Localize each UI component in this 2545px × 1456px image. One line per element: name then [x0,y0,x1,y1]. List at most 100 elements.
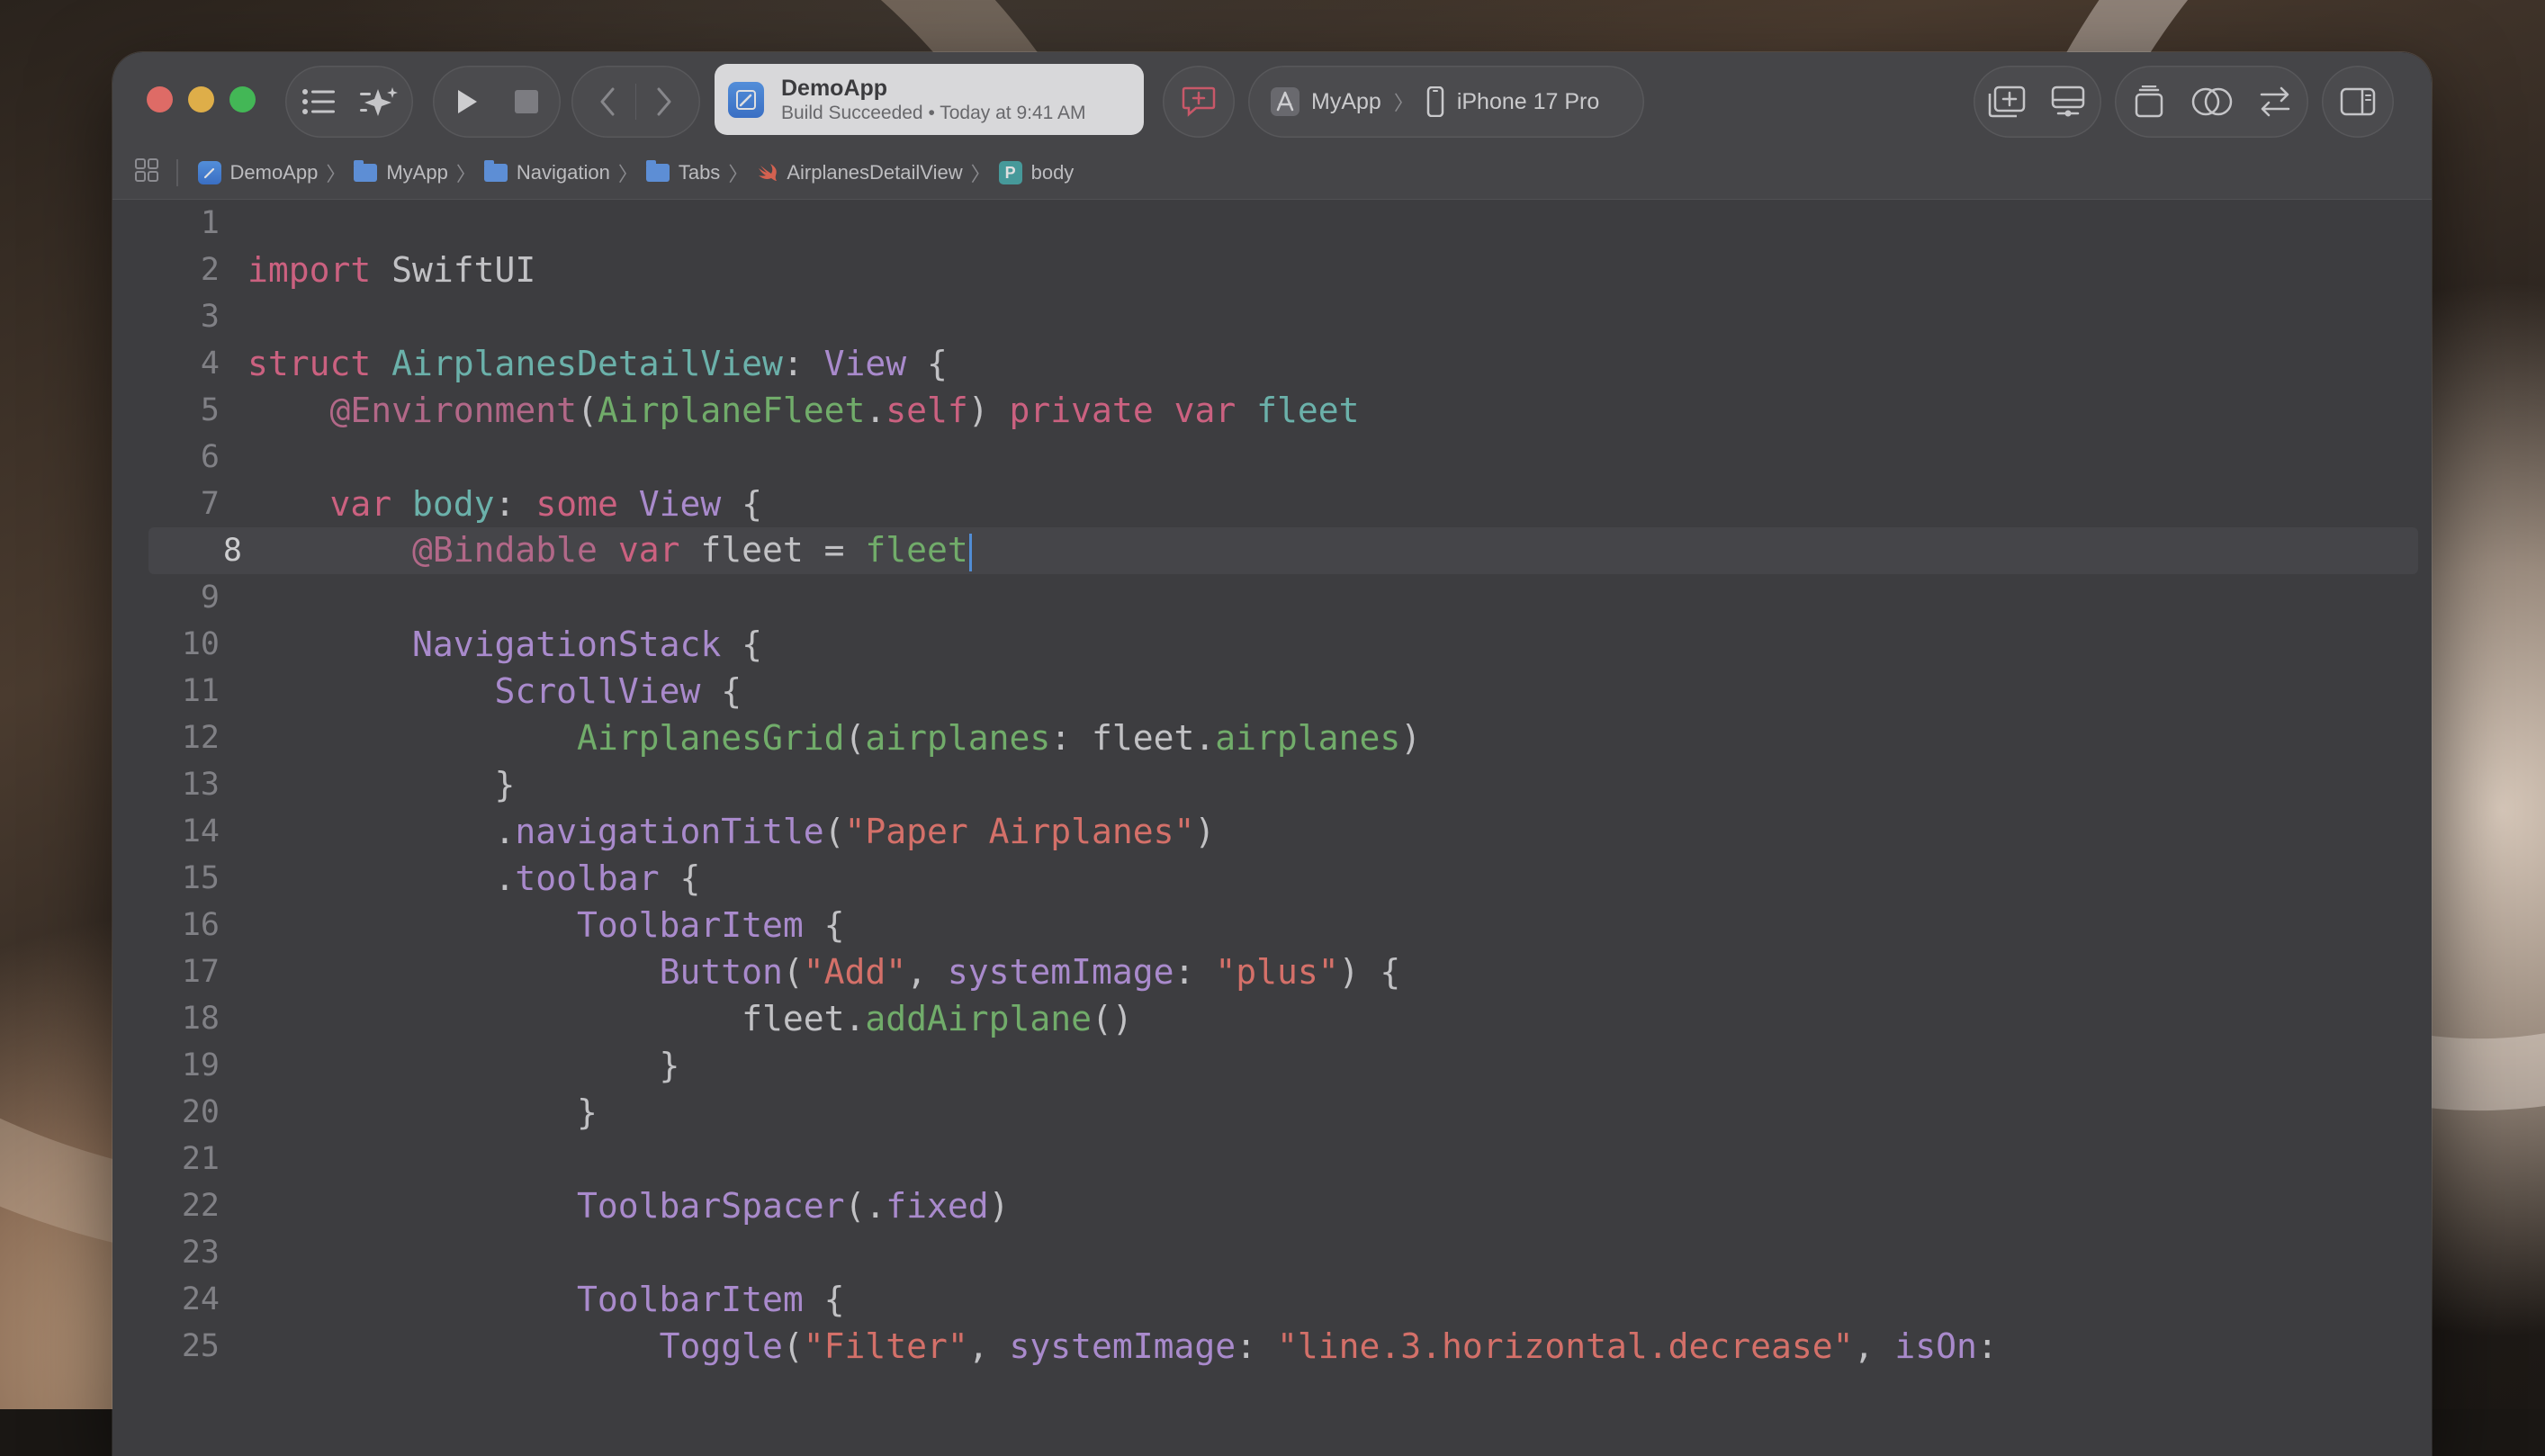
code-token: ToolbarItem [577,905,804,945]
code-line[interactable]: 3 [112,293,2432,340]
library-button[interactable] [1979,74,2035,130]
close-window-button[interactable] [147,86,173,112]
activity-viewer[interactable]: DemoApp Build Succeeded • Today at 9:41 … [715,64,1144,135]
line-number: 7 [200,486,220,522]
code-token: addAirplane [865,999,1093,1038]
code-text: var body: some View { [247,484,763,524]
breadcrumb-group-myapp[interactable]: MyApp [354,160,448,184]
breadcrumb-group-navigation[interactable]: Navigation [483,160,610,184]
zoom-window-button[interactable] [229,86,256,112]
code-line[interactable]: 19 } [112,1042,2432,1089]
code-text: @Environment(AirplaneFleet.self) private… [247,391,1360,430]
code-line[interactable]: 20 } [112,1089,2432,1136]
code-line[interactable]: 2 import SwiftUI [112,247,2432,293]
code-text: ToolbarSpacer(.fixed) [247,1186,1009,1226]
code-line[interactable]: 21 [112,1136,2432,1182]
code-line[interactable]: 12 AirplanesGrid(airplanes: fleet.airpla… [112,715,2432,761]
code-token: "plus" [1215,952,1339,992]
code-line[interactable]: 14 .navigationTitle("Paper Airplanes") [112,808,2432,855]
arrows-swap-icon [2260,86,2289,117]
run-button[interactable] [439,74,495,130]
source-control-button[interactable] [2247,74,2303,130]
navigator-toggle-button[interactable] [291,74,346,130]
source-editor[interactable]: 1 2 import SwiftUI 3 4 struct AirplanesDetail… [112,200,2432,1456]
code-token: : [1976,1326,1998,1366]
minimap-button[interactable] [2121,74,2177,130]
code-token: : [782,344,824,383]
breadcrumb-file[interactable]: AirplanesDetailView [756,161,963,184]
breadcrumb-group-tabs[interactable]: Tabs [645,160,720,184]
code-line[interactable]: 6 [112,434,2432,481]
code-line[interactable]: 13 } [112,761,2432,808]
code-token: ScrollView [494,671,701,711]
code-line[interactable]: 22 ToolbarSpacer(.fixed) [112,1182,2432,1229]
code-line[interactable]: 10 NavigationStack { [112,621,2432,668]
inspector-toggle-button[interactable] [2330,74,2386,130]
code-text: } [247,1046,680,1085]
code-line[interactable]: 11 ScrollView { [112,668,2432,715]
coding-intelligence-button[interactable] [352,74,408,130]
back-button[interactable] [580,74,635,130]
layers-icon [2135,85,2163,118]
code-token: Toggle [659,1326,783,1366]
line-number: 12 [181,720,220,756]
forward-button[interactable] [636,74,692,130]
code-token: ( [823,812,845,851]
compare-button[interactable] [2184,74,2240,130]
related-items-button[interactable] [135,158,158,187]
xcode-window: DemoApp Build Succeeded • Today at 9:41 … [112,52,2432,1456]
code-line[interactable]: 17 Button("Add", systemImage: "plus") { [112,948,2432,995]
code-text: } [247,765,516,804]
code-text: import SwiftUI [247,250,535,290]
code-line[interactable]: 24 ToolbarItem { [112,1276,2432,1323]
navigator-toggle-group [285,66,413,138]
code-token: isOn [1894,1326,1977,1366]
code-token: : [1236,1326,1277,1366]
breadcrumb-project[interactable]: DemoApp [197,161,318,184]
code-token: { [803,1280,845,1319]
minimize-window-button[interactable] [188,86,214,112]
history-navigation-group [571,66,700,138]
chevron-right-icon: 〉 [1393,92,1414,114]
code-line[interactable]: 1 [112,200,2432,247]
folder-icon [354,160,378,182]
code-line[interactable]: 18 fleet.addAirplane() [112,995,2432,1042]
breadcrumb-symbol[interactable]: P body [998,161,1074,184]
scheme-selector[interactable]: MyApp 〉 iPhone 17 Pro [1248,66,1644,138]
code-line[interactable]: 7 var body: some View { [112,481,2432,527]
canvas-button[interactable] [2040,74,2096,130]
code-text: Toggle("Filter", systemImage: "line.3.ho… [247,1326,1998,1366]
code-line[interactable]: 23 [112,1229,2432,1276]
code-line[interactable]: 16 ToolbarItem { [112,902,2432,948]
code-token: ) [1194,812,1216,851]
issue-navigator-button[interactable] [1171,74,1227,130]
line-number: 6 [200,439,220,475]
code-line[interactable]: 4 struct AirplanesDetailView: View { [112,340,2432,387]
code-token: ) [967,391,1010,430]
code-token: SwiftUI [371,250,536,290]
code-line[interactable]: 5 @Environment(AirplaneFleet.self) priva… [112,387,2432,434]
code-token: fleet [1256,391,1360,430]
code-token: { [803,905,845,945]
line-number: 23 [181,1235,220,1271]
code-line[interactable]: 9 [112,574,2432,621]
stop-button[interactable] [499,74,554,130]
code-line[interactable]: 15 .toolbar { [112,855,2432,902]
chevron-right-icon: 〉 [728,163,749,185]
code-text: @Bindable var fleet = fleet [247,530,972,571]
code-text: .toolbar { [247,858,701,898]
code-line[interactable]: 25 Toggle("Filter", systemImage: "line.3… [112,1323,2432,1370]
breadcrumb-label: MyApp [386,161,448,184]
window-toolbar: DemoApp Build Succeeded • Today at 9:41 … [112,52,2432,147]
line-number: 5 [200,392,220,428]
code-line[interactable]: 8 @Bindable var fleet = fleet [148,527,2418,574]
code-token: import [247,250,372,290]
code-token: toolbar [515,858,660,898]
property-icon: P [998,161,1022,184]
code-token: : [494,484,536,524]
code-token: airplanes [1215,718,1401,758]
line-number: 24 [181,1281,220,1317]
